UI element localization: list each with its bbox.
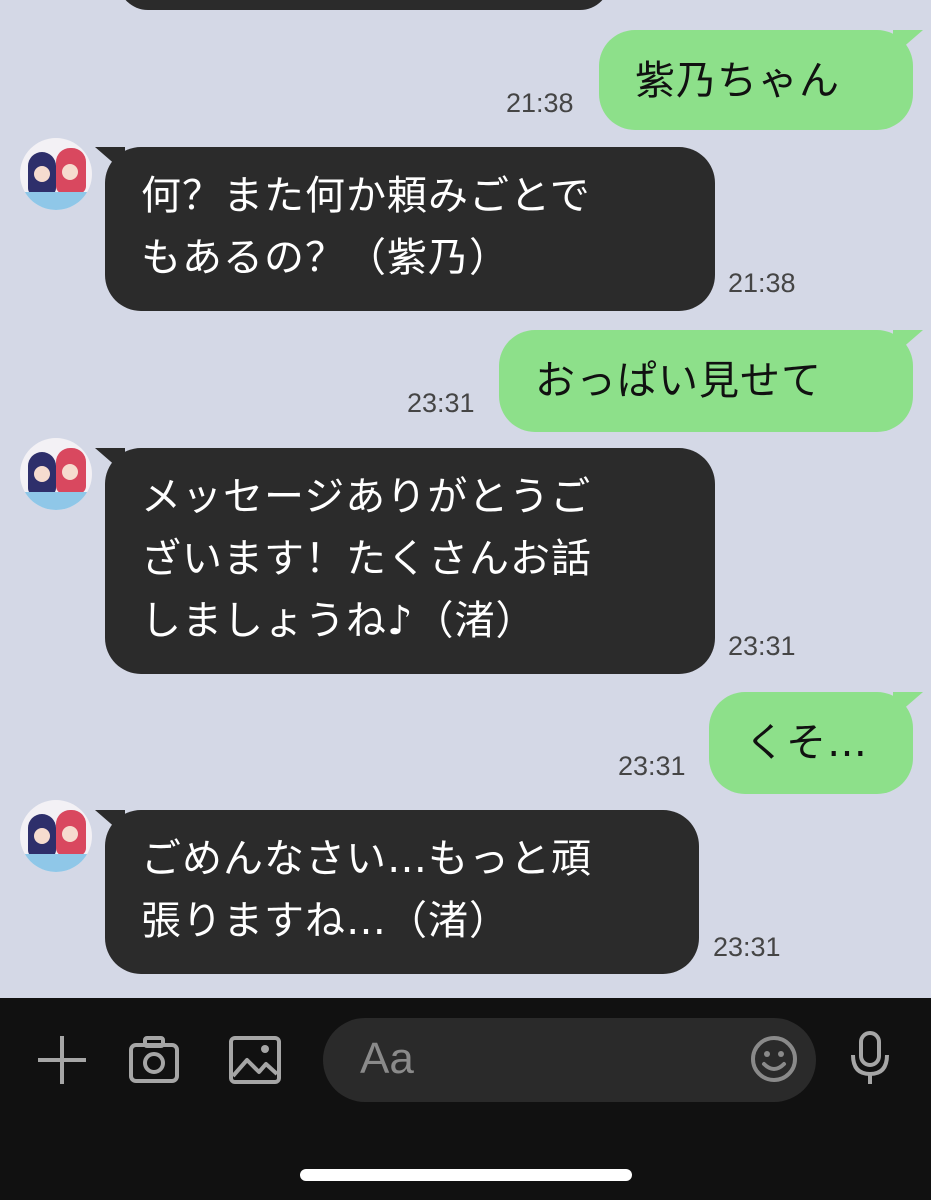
message-input-placeholder: Aa: [360, 1034, 414, 1083]
message-bubble-incoming[interactable]: ごめんなさい…もっと頑 張りますね…（渚）: [105, 810, 699, 974]
message-bubble-outgoing[interactable]: 紫乃ちゃん: [599, 30, 913, 130]
message-text: ざいます！たくさんお話: [141, 536, 592, 582]
bubble-tail: [893, 30, 923, 56]
message-text: もあるの？（紫乃）: [141, 235, 510, 281]
emoji-icon[interactable]: [749, 1034, 799, 1084]
bubble-tail: [95, 810, 125, 836]
bubble-tail: [95, 147, 125, 173]
microphone-icon[interactable]: [848, 1030, 892, 1086]
camera-icon[interactable]: [128, 1034, 180, 1086]
message-timestamp: 23:31: [618, 751, 686, 781]
message-input[interactable]: Aa: [323, 1018, 816, 1102]
message-text: ごめんなさい…もっと頑: [141, 836, 592, 882]
message-timestamp: 23:31: [713, 932, 781, 962]
message-text: しましょうね♪（渚）: [141, 598, 537, 644]
message-text: くそ…: [745, 720, 868, 766]
message-bubble-outgoing[interactable]: くそ…: [709, 692, 913, 794]
message-timestamp: 21:38: [728, 268, 796, 298]
message-timestamp: 21:38: [506, 88, 574, 118]
message-timestamp: 23:31: [728, 631, 796, 661]
message-text: 何？また何か頼みごとで: [141, 173, 591, 219]
previous-message-bubble: [118, 0, 610, 10]
plus-icon[interactable]: [36, 1034, 88, 1086]
avatar[interactable]: [20, 138, 92, 210]
message-text: 張りますね…（渚）: [141, 898, 510, 944]
message-bubble-incoming[interactable]: メッセージありがとうご ざいます！たくさんお話 しましょうね♪（渚）: [105, 448, 715, 674]
avatar[interactable]: [20, 438, 92, 510]
bubble-tail: [95, 448, 125, 474]
message-bubble-outgoing[interactable]: おっぱい見せて: [499, 330, 913, 432]
image-icon[interactable]: [228, 1034, 282, 1086]
bubble-tail: [893, 692, 923, 718]
avatar[interactable]: [20, 800, 92, 872]
message-text: おっぱい見せて: [535, 358, 822, 404]
chat-area[interactable]: 紫乃ちゃん 21:38 何？また何か頼みごとで もあるの？（紫乃） 21:38 …: [0, 0, 931, 998]
message-text: メッセージありがとうご: [141, 474, 592, 520]
home-indicator[interactable]: [300, 1169, 632, 1181]
message-text: 紫乃ちゃん: [635, 58, 840, 104]
message-timestamp: 23:31: [407, 388, 475, 418]
message-bubble-incoming[interactable]: 何？また何か頼みごとで もあるの？（紫乃）: [105, 147, 715, 311]
bubble-tail: [893, 330, 923, 356]
